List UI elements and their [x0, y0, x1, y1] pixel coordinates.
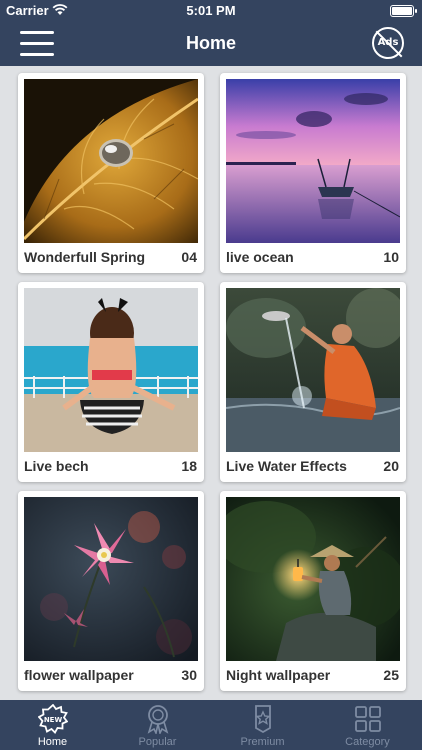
- new-badge-icon: NEW: [38, 704, 68, 734]
- category-name: Live Water Effects: [226, 458, 347, 474]
- category-card-night-wallpaper[interactable]: Night wallpaper 25: [220, 491, 406, 691]
- category-count: 25: [383, 667, 399, 683]
- category-name: live ocean: [226, 249, 294, 265]
- category-thumbnail: [226, 497, 400, 661]
- clock: 5:01 PM: [186, 3, 236, 18]
- tab-category[interactable]: Category: [315, 700, 420, 750]
- tab-label: Popular: [138, 736, 177, 748]
- category-card-live-bech[interactable]: Live bech 18: [18, 282, 204, 482]
- category-thumbnail: [24, 497, 198, 661]
- category-card-wonderfull-spring[interactable]: Wonderfull Spring 04: [18, 73, 204, 273]
- page-title: Home: [185, 33, 236, 53]
- tab-popular[interactable]: Popular: [105, 700, 210, 750]
- category-count: 20: [383, 458, 399, 474]
- category-name: flower wallpaper: [24, 667, 134, 683]
- category-name: Night wallpaper: [226, 667, 331, 683]
- category-thumbnail: [226, 288, 400, 452]
- category-card-live-ocean[interactable]: live ocean 10: [220, 73, 406, 273]
- tab-premium[interactable]: Premium: [210, 700, 315, 750]
- award-ribbon-icon: [147, 705, 169, 734]
- battery-icon: [390, 5, 417, 17]
- tab-label: Premium: [240, 736, 285, 748]
- category-thumbnail: [24, 288, 198, 452]
- category-name: Wonderfull Spring: [24, 249, 146, 265]
- tab-bar: NEW Home Popular Premium Category: [0, 700, 422, 750]
- premium-badge-icon: [255, 705, 271, 734]
- category-count: 18: [181, 458, 197, 474]
- category-count: 10: [383, 249, 399, 265]
- wallpaper-grid: Wonderfull Spring 04 live ocean 10 Live …: [0, 66, 422, 700]
- tab-home[interactable]: NEW Home: [0, 700, 105, 750]
- status-bar: Carrier 5:01 PM: [0, 0, 422, 22]
- category-thumbnail: [226, 79, 400, 243]
- remove-ads-icon[interactable]: Ads: [372, 27, 404, 59]
- category-name: Live bech: [24, 458, 89, 474]
- tab-label: Category: [345, 736, 390, 748]
- svg-text:NEW: NEW: [44, 716, 63, 724]
- category-count: 04: [181, 249, 197, 265]
- nav-bar: Home Ads: [0, 22, 422, 66]
- category-card-flower-wallpaper[interactable]: flower wallpaper 30: [18, 491, 204, 691]
- tab-label: Home: [37, 736, 68, 748]
- grid-icon: [355, 706, 381, 732]
- category-card-live-water-effects[interactable]: Live Water Effects 20: [220, 282, 406, 482]
- category-count: 30: [181, 667, 197, 683]
- category-thumbnail: [24, 79, 198, 243]
